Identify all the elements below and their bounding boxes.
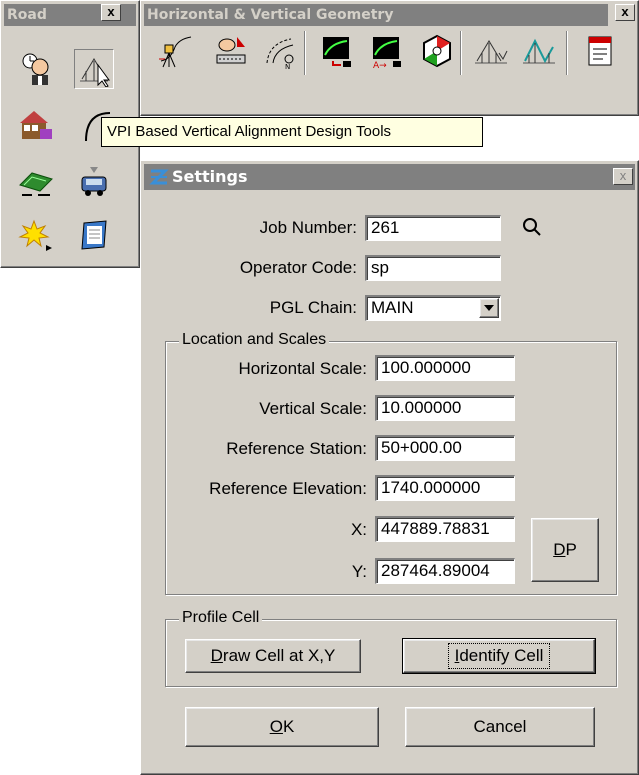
grade-wheel-tool-button[interactable]: [417, 31, 457, 71]
surveyor-field-icon: [216, 37, 246, 64]
profile-cell-label: Profile Cell: [179, 609, 263, 627]
settings-dialog: Settings x Job Number: 261 Operator Code…: [140, 160, 639, 775]
pgl-chain-label: PGL Chain:: [269, 298, 357, 317]
vertical-curve-icon: [523, 38, 555, 64]
profile-grid-tool-button[interactable]: [317, 31, 357, 71]
geometry-toolbar: Horizontal & Vertical Geometry x N A→: [140, 0, 639, 116]
job-number-field[interactable]: 261: [365, 215, 501, 241]
report-tool-button[interactable]: [581, 31, 621, 71]
earthwork-tool-button[interactable]: [16, 105, 56, 145]
draw-cell-label: raw Cell at X,Y: [222, 646, 336, 665]
draw-cell-mnemonic: D: [210, 646, 223, 665]
burst-icon: [18, 219, 52, 251]
vertical-scale-field[interactable]: 10.000000: [375, 395, 515, 421]
draw-cell-button[interactable]: Draw Cell at X,Y: [185, 639, 361, 673]
svg-text:N: N: [285, 63, 290, 69]
survey-instrument-tool-button[interactable]: [155, 31, 195, 71]
toolbar-separator: [566, 31, 568, 75]
geometry-toolbar-title: Horizontal & Vertical Geometry: [147, 7, 394, 23]
reference-elevation-label: Reference Elevation:: [209, 479, 367, 498]
vertical-curve-tool-button[interactable]: [519, 31, 559, 71]
curve-design-tool-button[interactable]: N: [261, 31, 301, 71]
operator-code-field[interactable]: sp: [365, 255, 501, 281]
ok-button-label: K: [282, 717, 295, 736]
geometry-toolbar-close-button[interactable]: x: [615, 4, 635, 21]
vpi-alignment-tool-button[interactable]: [471, 31, 511, 71]
notebook-tool-button[interactable]: [74, 215, 114, 255]
dp-button-mnemonic: D: [553, 540, 566, 559]
terrain-tool-button[interactable]: [16, 161, 56, 201]
tooltip: VPI Based Vertical Alignment Design Tool…: [101, 117, 483, 147]
road-palette-title: Road: [7, 7, 47, 23]
vertical-alignment-icon: [80, 58, 110, 87]
chevron-down-icon: [484, 305, 494, 311]
app-logo-icon: [149, 169, 169, 185]
reference-elevation-field[interactable]: 1740.000000: [375, 475, 515, 501]
identify-cell-button[interactable]: Identify Cell: [402, 638, 596, 674]
surveyor-icon: [22, 53, 49, 85]
vehicle-icon: [81, 167, 107, 196]
curve-design-icon: N: [266, 38, 294, 69]
pgl-chain-value: MAIN: [371, 298, 414, 317]
horizontal-scale-field[interactable]: 100.000000: [375, 355, 515, 381]
y-coordinate-label: Y:: [351, 562, 367, 581]
vpi-alignment-icon: [475, 40, 508, 64]
road-palette-close-button[interactable]: x: [101, 4, 121, 21]
svg-text:A→: A→: [373, 61, 387, 69]
terrain-icon: [19, 172, 53, 196]
vertical-alignment-tool-button[interactable]: [74, 49, 114, 89]
grade-wheel-icon: [423, 34, 451, 68]
burst-tool-button[interactable]: [16, 215, 56, 255]
identify-cell-focus: Identify Cell: [447, 643, 551, 669]
x-coordinate-label: X:: [350, 520, 367, 539]
vertical-scale-label: Vertical Scale:: [259, 399, 367, 418]
survey-instrument-icon: [159, 36, 192, 68]
reference-station-field[interactable]: 50+000.00: [375, 435, 515, 461]
operator-code-label: Operator Code:: [239, 258, 357, 277]
toolbar-separator: [304, 31, 306, 75]
dp-button-label: P: [565, 540, 577, 559]
settings-close-button[interactable]: x: [613, 168, 633, 185]
geometry-toolbar-titlebar[interactable]: Horizontal & Vertical Geometry: [144, 4, 608, 26]
surveyor-tool-button[interactable]: [16, 49, 56, 89]
report-icon: [588, 36, 612, 66]
surveyor-field-tool-button[interactable]: [211, 31, 251, 71]
profile-draw-tool-button[interactable]: A→: [367, 31, 407, 71]
job-number-label: Job Number:: [259, 218, 357, 237]
vehicle-tool-button[interactable]: [74, 161, 114, 201]
location-and-scales-label: Location and Scales: [179, 331, 330, 349]
identify-cell-label: dentify Cell: [459, 646, 544, 665]
earthwork-icon: [20, 111, 52, 139]
dp-button[interactable]: DP: [531, 518, 599, 582]
ok-button-mnemonic: O: [269, 717, 283, 736]
ok-button[interactable]: OK: [185, 707, 379, 747]
notebook-icon: [81, 220, 107, 250]
settings-title: Settings: [172, 167, 248, 186]
settings-titlebar[interactable]: Settings: [144, 164, 635, 190]
y-coordinate-field[interactable]: 287464.89004: [375, 558, 515, 584]
cancel-button[interactable]: Cancel: [405, 707, 595, 747]
profile-grid-icon: [323, 37, 351, 67]
toolbar-separator: [460, 31, 462, 75]
x-coordinate-field[interactable]: 447889.78831: [375, 516, 515, 542]
reference-station-label: Reference Station:: [226, 439, 367, 458]
profile-draw-icon: A→: [373, 37, 401, 69]
search-icon[interactable]: [521, 216, 543, 238]
pgl-chain-dropdown-button[interactable]: [479, 298, 499, 318]
horizontal-scale-label: Horizontal Scale:: [238, 359, 367, 378]
